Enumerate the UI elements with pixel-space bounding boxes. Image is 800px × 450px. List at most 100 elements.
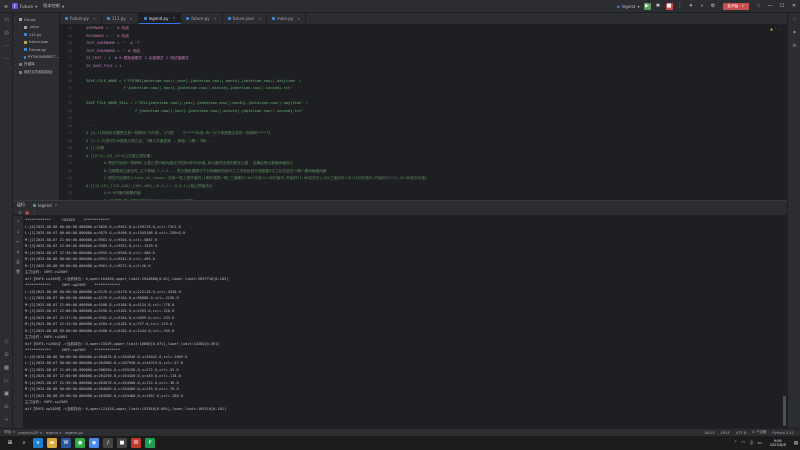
windows-icon[interactable]: ⊞ [5,438,15,448]
code-editor[interactable]: 43 44 45 46 47 48 49 50 51 52 53 54 55 56 57 58 59 60 61 62… [60,25,787,200]
git-button[interactable]: ⑂ [0,413,13,426]
close-icon[interactable]: ✕ [93,17,96,21]
status-widget[interactable]: 4 个空格 [752,430,766,435]
run-tool-button[interactable]: ▷ [0,374,13,387]
more-tool-button[interactable]: ⋯ [0,52,13,65]
folder-icon[interactable]: ▬ [47,438,57,448]
ai-assistant-button[interactable]: ✦ [688,3,695,10]
project-switcher[interactable]: F Future ▾ [11,2,37,11]
ai-tool-button[interactable]: ✦ [788,26,800,39]
console-output[interactable]: ************ CU2509 ************ L:[0]202… [25,217,780,429]
tabs-more-button[interactable]: ⋮ [775,13,787,24]
debug-button[interactable]: ✱ [655,3,662,10]
close-icon[interactable]: ✕ [172,16,175,20]
battery-icon[interactable]: ▭ [757,441,761,446]
commit-tool-button[interactable]: ◎ [0,26,13,39]
app-icon[interactable]: ■ [117,438,127,448]
terminal-button[interactable]: ▣ [0,387,13,400]
stop-run-button[interactable]: ■ [24,209,30,215]
editor-tab[interactable]: Future.py ✕ [60,13,102,24]
search-icon[interactable]: ⌕ [19,438,29,448]
notifications-button[interactable]: ♢ [755,3,762,10]
editor-tab[interactable]: future.py ✕ [181,13,223,24]
editor-tab[interactable]: 111.py ✕ [102,13,139,24]
scroll-button[interactable]: ⇊ [13,246,23,256]
down-button[interactable]: ↓ [13,226,23,236]
music-icon[interactable]: ♪ [103,438,113,448]
vcs-menu[interactable]: 版本控制 ▾ [43,2,64,11]
notification-icon[interactable]: ▤ [794,441,798,446]
wrap-button[interactable]: ↩ [13,236,23,246]
more-actions-button[interactable]: ⋮ [677,3,684,10]
scroll-icon: ⇊ [16,248,20,254]
project-tree-item[interactable]: › 临时文件和控制台 [13,69,59,77]
editor-tab[interactable]: future.json ✕ [223,13,268,24]
project-tree-item[interactable]: PYTHONDIRECT... [13,54,59,62]
packages-button[interactable]: ▦ [0,361,13,374]
clock[interactable]: 9:06 2025/8/8 [770,439,786,448]
edge-icon[interactable]: e [33,438,43,448]
run-config-selector[interactable]: ◆ legend ▾ [617,4,640,9]
py-file-icon [23,55,26,59]
project-tree-item[interactable]: › 外部库 [13,61,59,69]
version-pill[interactable]: 此开始 · 1 [722,2,749,10]
status-widget[interactable]: CRLF [721,431,730,435]
editor-tab[interactable]: legend.py ✕ [138,13,182,24]
maximize-button[interactable]: ☐ [776,0,788,13]
up-button[interactable]: ↑ [13,216,23,226]
close-icon[interactable]: ✕ [297,17,300,21]
wps-icon[interactable]: W [131,438,141,448]
status-widget[interactable]: Python 3.11 [772,431,794,435]
status-widget[interactable]: 36:25 [704,431,714,435]
rerun-button[interactable]: ↻ [17,209,23,215]
minimize-button[interactable]: — [764,0,776,13]
project-tree-item[interactable]: › .venv [13,24,59,32]
wifi-icon[interactable]: ◠ [741,441,745,446]
chevron-right-icon[interactable]: › [15,70,18,74]
project-tree-item[interactable]: › Future [13,16,59,24]
search-everywhere-button[interactable]: ⌕ [699,3,706,10]
project-tool-button[interactable]: ▭ [0,13,13,26]
editor-tab[interactable]: main.py ✕ [267,13,307,24]
project-tree-item[interactable]: future.json [13,39,59,47]
python-console-button[interactable]: ◇ [0,335,13,348]
structure-tool-button[interactable]: ⋯ [0,39,13,52]
word-icon[interactable]: W [61,438,71,448]
project-tree-item[interactable]: Future.py [13,46,59,54]
breadcrumb-item[interactable]: legend.py [65,431,83,435]
code-content[interactable]: USERNAME = '' # 改成 PASSWORD = '' # 改成 TEST… [86,25,776,200]
notifications-tool-button[interactable]: ♢ [788,13,800,26]
run-more-button[interactable]: ⋮ [31,209,37,215]
settings-button[interactable]: ⚙ [710,3,717,10]
problems-button[interactable]: ⚠ [0,400,13,413]
chrome-icon[interactable]: ◉ [89,438,99,448]
stop-button[interactable]: ■ [665,2,673,10]
chevron-right-icon[interactable]: › [20,25,23,29]
breadcrumb-item[interactable]: 项目 > [4,430,15,435]
breadcrumb-item[interactable]: projects/ZP > [18,431,42,435]
close-icon[interactable]: ✕ [258,17,261,21]
close-icon[interactable]: ✕ [214,17,217,21]
inspection-widget[interactable]: ▲ ⌃ ⌄ [770,27,781,31]
speaker-icon[interactable]: ♫ [749,441,753,446]
chevron-right-icon[interactable]: › [15,18,18,22]
breadcrumb-item[interactable]: legend > [46,431,62,435]
print-button[interactable]: ⎙ [13,256,23,266]
trash-button[interactable]: 🗑 [13,266,23,276]
run-button[interactable]: ▶ [643,2,651,10]
chevron-right-icon[interactable]: › [15,63,18,67]
project-tree-item[interactable]: 111.py [13,31,59,39]
project-tree-label: PYTHONDIRECT... [28,55,59,60]
close-icon[interactable]: ✕ [55,203,58,207]
status-widget[interactable]: UTF-8 [736,431,746,435]
services-button[interactable]: ⊙ [0,348,13,361]
run-tab-legend[interactable]: legend ✕ [33,203,58,208]
chevron-up-icon[interactable]: ⌃ [734,441,738,446]
database-tool-button[interactable]: ≋ [788,39,800,52]
close-button[interactable]: ✕ [788,0,800,13]
wechat-icon[interactable]: ● [75,438,85,448]
close-icon[interactable]: ✕ [130,17,133,21]
pycharm-icon[interactable]: P [145,438,155,448]
console-scrollbar[interactable] [783,396,786,426]
main-menu-button[interactable]: ☰ [4,2,8,11]
